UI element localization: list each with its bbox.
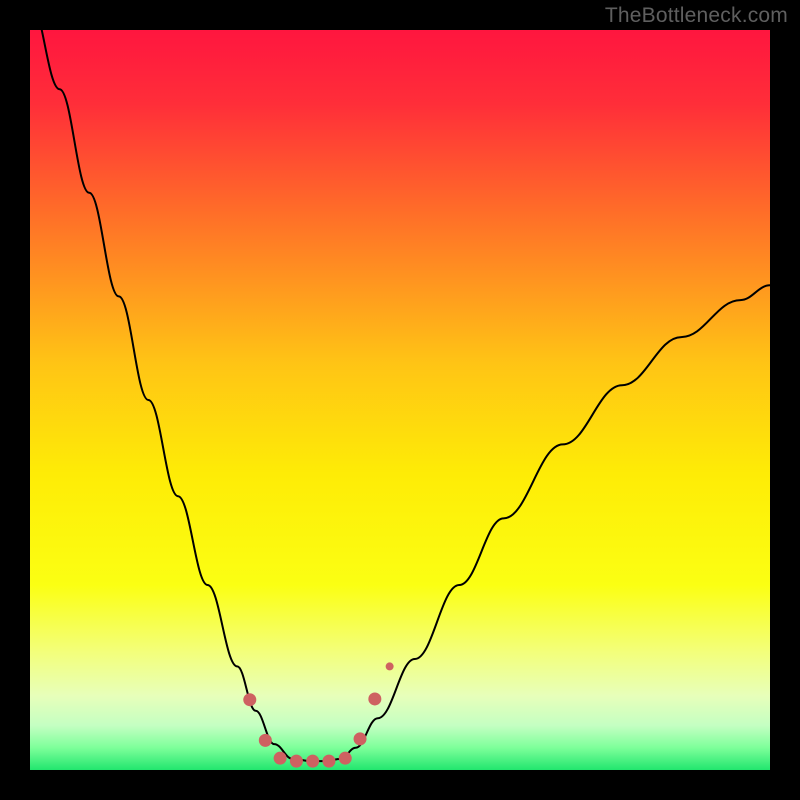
chart-frame: TheBottleneck.com — [0, 0, 800, 800]
marker-dot — [322, 755, 335, 768]
marker-dot — [386, 662, 394, 670]
marker-dot — [290, 755, 303, 768]
bottleneck-curve — [30, 30, 770, 761]
marker-dot — [339, 752, 352, 765]
plot-area — [30, 30, 770, 770]
watermark-text: TheBottleneck.com — [605, 4, 788, 28]
marker-dot — [259, 734, 272, 747]
marker-dot — [368, 692, 381, 705]
marker-dot — [243, 693, 256, 706]
marker-dot — [354, 732, 367, 745]
curve-markers — [243, 662, 393, 767]
curve-layer — [30, 30, 770, 770]
marker-dot — [306, 755, 319, 768]
marker-dot — [274, 752, 287, 765]
